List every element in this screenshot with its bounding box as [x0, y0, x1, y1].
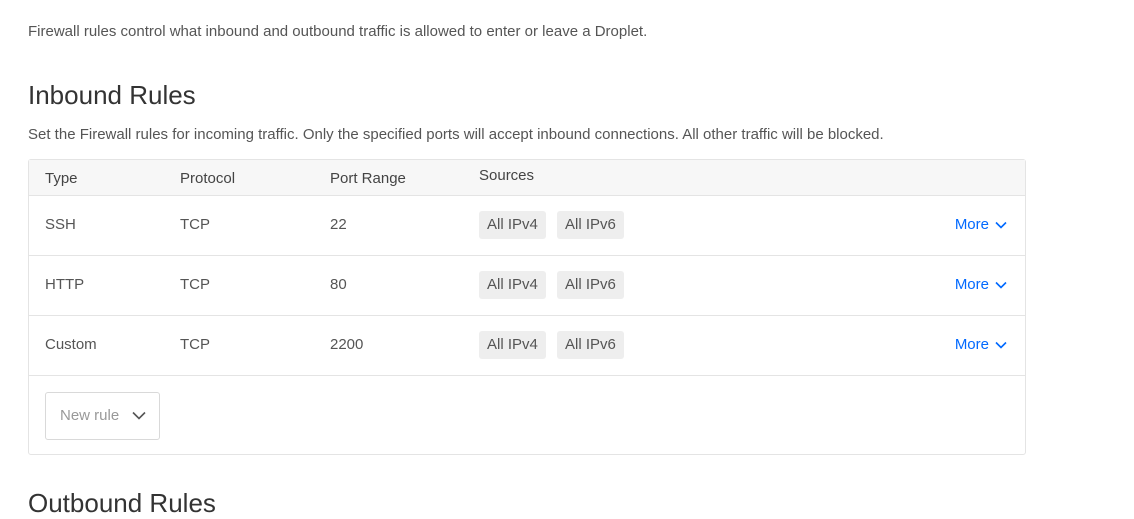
chevron-down-icon	[995, 341, 1007, 349]
chevron-down-icon	[132, 411, 146, 420]
column-header-protocol: Protocol	[180, 170, 236, 187]
source-tag-ipv4: All IPv4	[479, 331, 546, 359]
rule-protocol: TCP	[180, 216, 210, 233]
inbound-rules-table: Type Protocol Port Range Sources SSH TCP…	[28, 159, 1026, 455]
chevron-down-icon	[995, 281, 1007, 289]
outbound-rules-title: Outbound Rules	[28, 488, 216, 518]
new-rule-label: New rule	[60, 407, 120, 424]
table-row: SSH TCP 22 All IPv4 All IPv6 More	[29, 196, 1025, 256]
more-dropdown-button[interactable]: More	[955, 216, 1007, 233]
source-tag-ipv6: All IPv6	[557, 271, 624, 299]
rule-type: HTTP	[45, 276, 85, 293]
rule-type: Custom	[45, 336, 97, 353]
rule-type: SSH	[45, 216, 76, 233]
table-row: Custom TCP 2200 All IPv4 All IPv6 More	[29, 316, 1025, 376]
more-label: More	[954, 216, 989, 233]
column-header-type: Type	[45, 170, 78, 187]
new-rule-dropdown[interactable]: New rule	[45, 392, 160, 440]
table-header: Type Protocol Port Range Sources	[29, 160, 1025, 196]
more-label: More	[954, 336, 989, 353]
more-dropdown-button[interactable]: More	[955, 336, 1007, 353]
column-header-sources: Sources	[479, 167, 535, 184]
source-tag-ipv4: All IPv4	[479, 271, 546, 299]
firewall-intro-text: Firewall rules control what inbound and …	[28, 23, 648, 40]
inbound-rules-title: Inbound Rules	[28, 80, 196, 110]
rule-port-range: 22	[330, 216, 347, 233]
table-row: HTTP TCP 80 All IPv4 All IPv6 More	[29, 256, 1025, 316]
inbound-rules-description: Set the Firewall rules for incoming traf…	[28, 126, 884, 143]
rule-protocol: TCP	[180, 276, 210, 293]
more-label: More	[954, 276, 989, 293]
source-tag-ipv6: All IPv6	[557, 331, 624, 359]
column-header-port-range: Port Range	[330, 170, 406, 187]
rule-port-range: 2200	[330, 336, 364, 353]
rule-protocol: TCP	[180, 336, 210, 353]
source-tag-ipv6: All IPv6	[557, 211, 624, 239]
rule-port-range: 80	[330, 276, 347, 293]
source-tag-ipv4: All IPv4	[479, 211, 546, 239]
more-dropdown-button[interactable]: More	[955, 276, 1007, 293]
chevron-down-icon	[995, 221, 1007, 229]
